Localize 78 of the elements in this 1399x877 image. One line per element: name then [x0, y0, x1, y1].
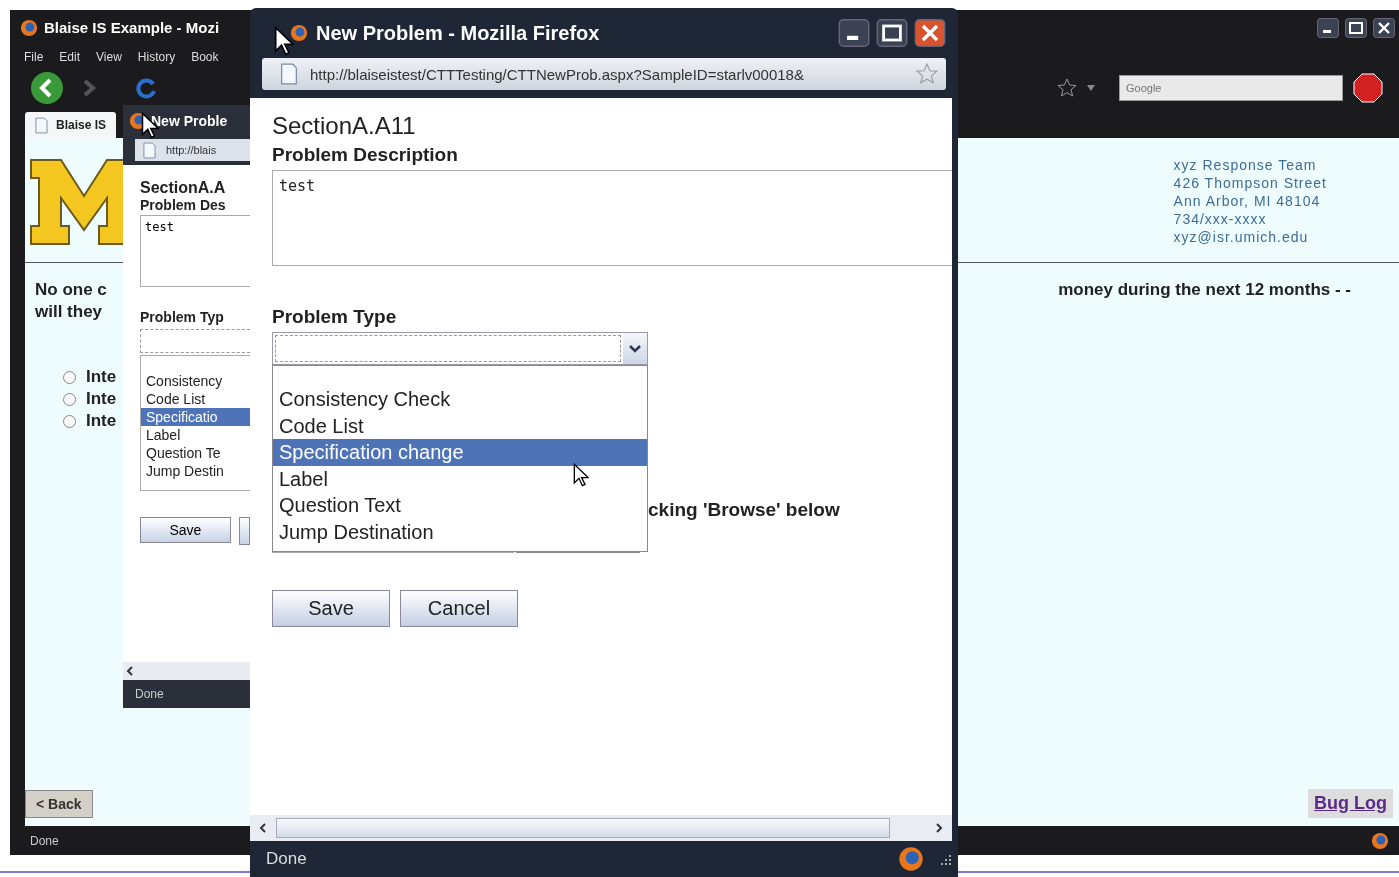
save-button[interactable]: Save	[272, 590, 390, 627]
field-label: Problem Description	[272, 144, 459, 166]
cancel-button[interactable]: Cancel	[400, 590, 518, 627]
field-label: Problem Des	[140, 197, 227, 213]
dropdown-option[interactable]: Consistency Check	[273, 386, 647, 413]
dropdown-option[interactable]: Specification change	[273, 439, 647, 466]
field-label: Problem Typ	[140, 309, 225, 325]
menu-item[interactable]: History	[137, 49, 176, 64]
section-heading: SectionA.A	[140, 179, 227, 197]
stop-sign-icon[interactable]	[1353, 73, 1383, 103]
pointer-icon	[274, 26, 294, 56]
menu-item[interactable]: File	[24, 49, 44, 64]
status-text: Done	[266, 849, 307, 869]
close-icon[interactable]	[1373, 17, 1395, 38]
caret-icon[interactable]	[623, 333, 647, 364]
minimize-icon[interactable]	[838, 19, 870, 47]
status-text: Done	[30, 833, 59, 848]
option-label: Inte	[86, 389, 117, 409]
caret-icon[interactable]	[1087, 85, 1095, 91]
contact-line: xyz@isr.umich.edu	[1173, 228, 1310, 246]
question-text: No one c	[35, 279, 107, 301]
menu-item[interactable]: View	[96, 49, 122, 64]
description-field[interactable]: test	[272, 170, 952, 266]
list-option[interactable]: Question Te	[141, 444, 250, 462]
dropdown-option[interactable]: Label	[273, 465, 647, 492]
search-field[interactable]: Google	[1119, 75, 1343, 101]
dropdown-option[interactable]: Code List	[273, 412, 647, 439]
firefox-icon	[20, 18, 38, 37]
scrollbar-thumb[interactable]	[276, 818, 890, 838]
list-option[interactable]: Code List	[141, 390, 250, 408]
page-icon	[35, 116, 48, 134]
contact-line: Ann Arbor, MI 48104	[1173, 192, 1322, 210]
firefox-icon	[1371, 831, 1389, 850]
firefox-icon	[290, 24, 308, 42]
page-icon	[143, 141, 156, 159]
minimize-icon[interactable]	[1317, 17, 1339, 38]
window-title: Blaise IS Example - Mozi	[44, 19, 220, 36]
save-button[interactable]: Save	[140, 517, 231, 543]
button-edge[interactable]	[238, 517, 250, 545]
option-label: Inte	[86, 411, 117, 431]
menu-item[interactable]: Book	[191, 49, 219, 64]
star-icon[interactable]	[916, 63, 938, 85]
reload-icon[interactable]	[134, 76, 158, 100]
instruction-text: cking 'Browse' below	[648, 499, 840, 521]
question-text: will they	[35, 301, 104, 323]
menu-item[interactable]: Edit	[59, 49, 81, 64]
firefox-icon	[898, 846, 924, 872]
radio-button[interactable]	[63, 370, 76, 384]
field-label: Problem Type	[272, 306, 398, 328]
section-heading: SectionA.A11	[272, 112, 417, 140]
browser-tab[interactable]: Blaise IS	[25, 112, 117, 138]
maximize-icon[interactable]	[876, 19, 908, 47]
list-option[interactable]: Label	[141, 426, 250, 444]
url-text: http://blais	[166, 144, 217, 156]
contact-line: 426 Thompson Street	[1173, 174, 1327, 192]
resize-grip-icon[interactable]	[938, 852, 952, 866]
star-icon[interactable]	[1057, 78, 1077, 98]
contact-line: xyz Response Team	[1173, 156, 1318, 174]
radio-button[interactable]	[63, 392, 76, 406]
list-option[interactable]: Consistency	[141, 372, 250, 390]
window-title: New Problem - Mozilla Firefox	[316, 21, 600, 45]
dropdown-option[interactable]: Jump Destination	[273, 518, 647, 545]
maximize-icon[interactable]	[1345, 17, 1367, 38]
url-text: http://blaiseistest/CTTTesting/CTTNewProb.aspx?SampleID=starlv00018&	[310, 65, 804, 83]
contact-line: 734/xxx-xxxx	[1173, 210, 1268, 228]
pointer-icon	[573, 463, 589, 487]
back-button[interactable]: < Back	[25, 790, 93, 818]
option-label: Inte	[86, 367, 117, 387]
close-icon[interactable]	[914, 19, 946, 47]
list-option[interactable]: Jump Destin	[141, 462, 250, 480]
status-text: Done	[135, 687, 164, 701]
bug-log-link[interactable]: Bug Log	[1308, 789, 1393, 818]
list-option[interactable]: Specificatio	[141, 408, 250, 426]
page-icon	[280, 63, 298, 85]
window-title: New Proble	[151, 113, 228, 129]
dropdown-option[interactable]: Question Text	[273, 492, 647, 519]
question-text: money during the next 12 months - -	[1058, 279, 1351, 301]
radio-button[interactable]	[63, 414, 76, 428]
